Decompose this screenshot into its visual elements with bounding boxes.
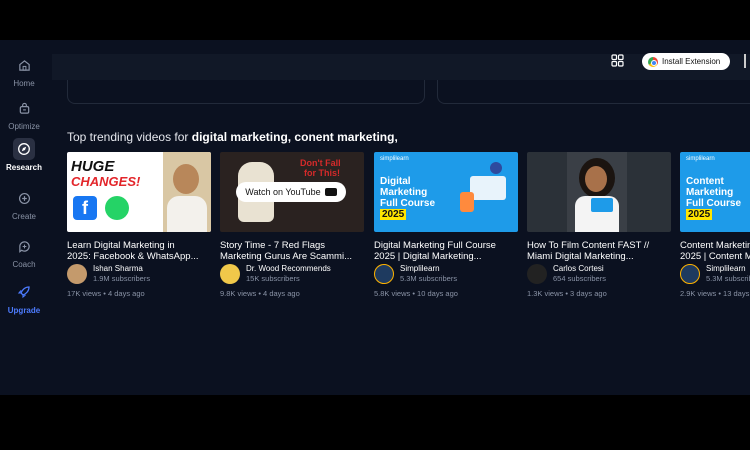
subscriber-count: 15K subscribers: [246, 274, 300, 283]
stats-panel: [437, 80, 750, 104]
channel-row[interactable]: Simplilearn 5.3M subscribers: [680, 264, 750, 284]
channel-row[interactable]: Carlos Cortesi 654 subscribers: [527, 264, 671, 284]
video-card[interactable]: How To Film Content FAST //Miami Digital…: [527, 152, 671, 298]
video-meta: 5.8K views • 10 days ago: [374, 289, 458, 298]
marketing-illustration: [460, 162, 510, 218]
video-title[interactable]: Content Marketing2025 | Content M...: [680, 240, 750, 262]
stats-panel: [67, 80, 425, 104]
whatsapp-icon: [105, 196, 129, 220]
install-extension-label: Install Extension: [662, 57, 721, 66]
video-title[interactable]: Story Time - 7 Red Flags Marketing Gurus …: [220, 240, 364, 262]
channel-name: Carlos Cortesi: [553, 264, 604, 273]
video-thumbnail[interactable]: simplilearn Content Marketing Full Cours…: [680, 152, 750, 232]
apps-grid-icon[interactable]: [611, 54, 625, 68]
subscriber-count: 5.3M subscribers: [400, 274, 458, 283]
channel-row[interactable]: Dr. Wood Recommends 15K subscribers: [220, 264, 364, 284]
avatar: [374, 264, 394, 284]
trending-keywords: digital marketing, conent marketing,: [191, 130, 398, 144]
video-thumbnail[interactable]: Don't Fall for This! Watch on YouTube: [220, 152, 364, 232]
video-thumbnail[interactable]: HUGE CHANGES! f: [67, 152, 211, 232]
trending-heading: Top trending videos for digital marketin…: [67, 130, 398, 144]
install-extension-button[interactable]: Install Extension: [642, 53, 730, 70]
rocket-icon: [13, 281, 35, 303]
avatar: [527, 264, 547, 284]
video-card[interactable]: Don't Fall for This! Watch on YouTube St…: [220, 152, 364, 298]
sidebar-item-upgrade[interactable]: Upgrade: [0, 281, 48, 315]
avatar: [67, 264, 87, 284]
video-meta: 1.3K views • 3 days ago: [527, 289, 607, 298]
home-icon: [13, 54, 35, 76]
video-card[interactable]: simplilearn Digital Marketing Full Cours…: [374, 152, 518, 298]
sidebar-item-create[interactable]: Create: [0, 187, 48, 221]
channel-name: Ishan Sharma: [93, 264, 143, 273]
watch-on-youtube-button[interactable]: Watch on YouTube: [236, 182, 346, 202]
video-meta: 2.9K views • 13 days ago: [680, 289, 750, 298]
compass-icon: [13, 138, 35, 160]
sidebar-item-research[interactable]: Research: [0, 138, 48, 172]
subscriber-count: 5.3M subscribers: [706, 274, 750, 283]
channel-name: Dr. Wood Recommends: [246, 264, 331, 273]
sidebar-item-label: Coach: [12, 260, 36, 269]
channel-name: Simplilearn: [706, 264, 746, 273]
youtube-icon: [324, 188, 337, 196]
sidebar-item-label: Optimize: [8, 122, 40, 131]
video-card[interactable]: HUGE CHANGES! f Learn Digital Marketing …: [67, 152, 211, 298]
plus-icon: [13, 187, 35, 209]
sidebar-item-label: Home: [13, 79, 35, 88]
video-card[interactable]: simplilearn Content Marketing Full Cours…: [680, 152, 750, 298]
channel-row[interactable]: Ishan Sharma 1.9M subscribers: [67, 264, 211, 284]
sidebar-item-coach[interactable]: Coach: [0, 235, 48, 269]
facebook-icon: f: [73, 196, 97, 220]
optimize-icon: [13, 97, 35, 119]
video-meta: 17K views • 4 days ago: [67, 289, 145, 298]
sidebar-item-optimize[interactable]: Optimize: [0, 97, 48, 131]
avatar: [220, 264, 240, 284]
sidebar-item-home[interactable]: Home: [0, 54, 48, 88]
sidebar-item-label: Create: [11, 212, 36, 221]
subscriber-count: 1.9M subscribers: [93, 274, 151, 283]
video-meta: 9.8K views • 4 days ago: [220, 289, 300, 298]
coach-icon: [13, 235, 35, 257]
video-title[interactable]: Digital Marketing Full Course 2025 | Digi…: [374, 240, 518, 262]
sidebar-item-label: Research: [5, 163, 43, 172]
avatar: [680, 264, 700, 284]
chrome-icon: [648, 56, 658, 67]
menu-icon[interactable]: [744, 54, 750, 68]
video-title[interactable]: How To Film Content FAST //Miami Digital…: [527, 240, 671, 262]
channel-name: Simplilearn: [400, 264, 440, 273]
subscriber-count: 654 subscribers: [553, 274, 606, 283]
sidebar-item-label: Upgrade: [7, 306, 41, 315]
video-thumbnail[interactable]: [527, 152, 671, 232]
video-title[interactable]: Learn Digital Marketing in 2025: Facebook…: [67, 240, 211, 262]
channel-row[interactable]: Simplilearn 5.3M subscribers: [374, 264, 518, 284]
presenter-image: [163, 152, 211, 232]
app-window: Home Optimize Research Create Coach Upgr…: [0, 40, 750, 395]
sidebar: Home Optimize Research Create Coach Upgr…: [0, 40, 48, 395]
video-thumbnail[interactable]: simplilearn Digital Marketing Full Cours…: [374, 152, 518, 232]
